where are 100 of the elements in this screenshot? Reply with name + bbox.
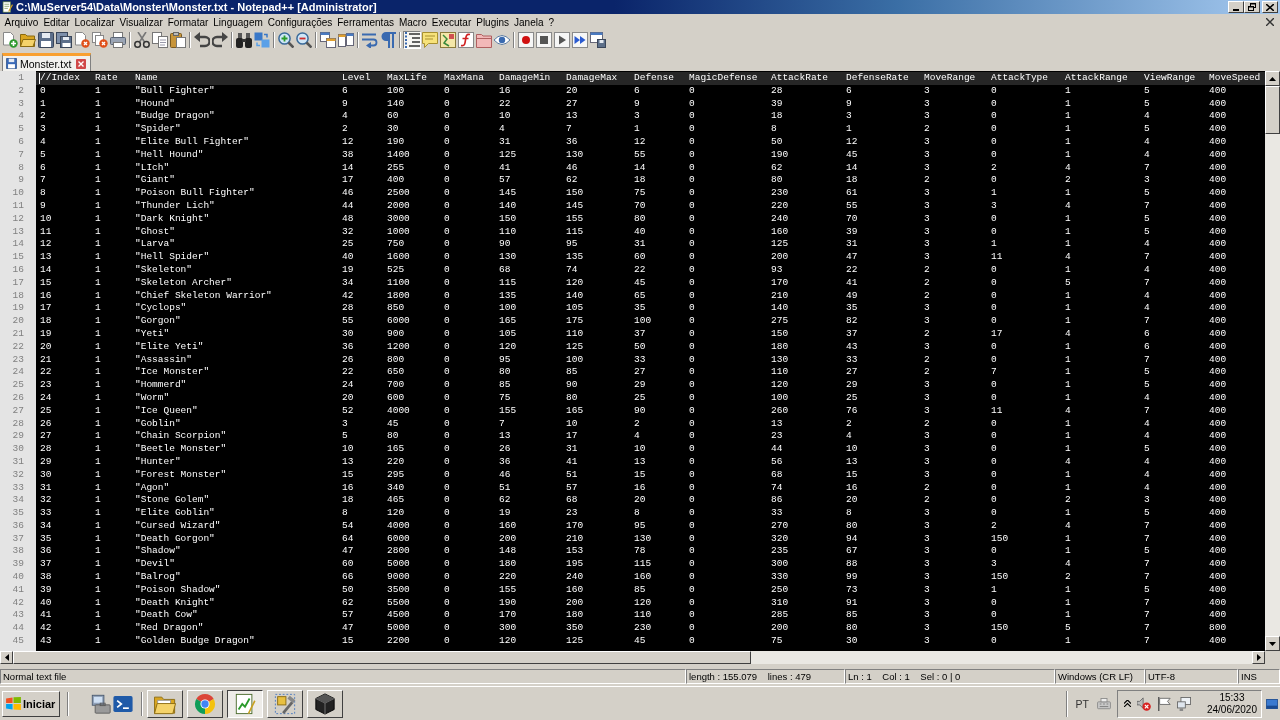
data-cell: 400 [1209, 276, 1227, 290]
data-cell: 1 [1065, 136, 1071, 149]
scissors-icon[interactable] [133, 30, 151, 49]
menu-item[interactable]: Localizar [72, 15, 118, 29]
two-windows-icon[interactable] [319, 30, 337, 49]
map-icon[interactable] [439, 30, 457, 49]
zoom-in-icon[interactable] [277, 30, 295, 49]
copy-icon[interactable] [151, 30, 169, 49]
menu-item[interactable]: Editar [40, 15, 73, 29]
data-cell: 170 [566, 519, 584, 533]
stop-icon[interactable] [535, 30, 553, 49]
pilcrow-icon[interactable] [379, 30, 397, 49]
data-cell: 3 [924, 212, 930, 226]
data-cell: 40 [634, 225, 646, 239]
vertical-scrollbar[interactable] [1265, 71, 1280, 651]
terminal-icon[interactable] [113, 693, 133, 714]
data-cell: 190 [771, 148, 789, 162]
data-cell: 3 [924, 455, 930, 469]
data-cell: 105 [499, 327, 517, 341]
data-cell: 4500 [387, 609, 410, 623]
fast-forward-icon[interactable] [571, 30, 589, 49]
data-cell: 0 [991, 136, 997, 149]
menu-item[interactable]: Executar [429, 15, 474, 29]
menu-item[interactable]: Ferramentas [334, 15, 397, 29]
data-cell: 1 [95, 212, 101, 226]
data-cell: 120 [499, 635, 517, 648]
scrollbar-thumb[interactable] [1265, 86, 1280, 134]
binoculars-icon[interactable] [235, 30, 253, 49]
data-cell: 1 [95, 404, 101, 418]
computer-icon[interactable] [91, 693, 111, 714]
printer-icon[interactable] [109, 30, 127, 49]
data-cell: 76 [846, 404, 858, 418]
data-cell: 7 [1144, 276, 1150, 290]
data-cell: 74 [771, 481, 783, 495]
language-indicator[interactable]: PT [1075, 697, 1089, 710]
menu-item[interactable]: Linguagem [210, 15, 266, 29]
scroll-down-button[interactable] [1265, 636, 1280, 651]
data-cell: 3 [924, 251, 930, 264]
data-cell: "Death Gorgon" [135, 532, 215, 546]
data-cell: 14 [40, 263, 52, 277]
function-icon[interactable] [457, 30, 475, 49]
scroll-right-button[interactable] [1252, 651, 1265, 664]
close-files-icon[interactable] [91, 30, 109, 49]
data-cell: 6 [634, 84, 640, 98]
menu-item[interactable]: Macro [396, 15, 430, 29]
data-cell: 1 [95, 174, 101, 188]
data-cell: 1 [95, 97, 101, 111]
taskbar-button[interactable] [227, 689, 263, 718]
data-cell: 0 [689, 417, 695, 431]
menu-item[interactable]: Arquivo [2, 15, 41, 29]
menu-item[interactable]: Plugins [473, 15, 512, 29]
start-button[interactable]: Iniciar [2, 690, 60, 717]
data-cell: 400 [1209, 507, 1227, 520]
two-windows-icon[interactable] [337, 30, 355, 49]
scrollbar-thumb[interactable] [13, 651, 751, 664]
data-cell: 5 [1144, 212, 1150, 226]
data-cell: 57 [566, 481, 578, 495]
clipboard-icon[interactable] [169, 30, 187, 49]
redo-icon[interactable] [211, 30, 229, 49]
close-icon[interactable] [76, 58, 87, 69]
menu-item[interactable]: Configurações [265, 15, 335, 29]
close-file-icon[interactable] [73, 30, 91, 49]
undo-icon[interactable] [193, 30, 211, 49]
close-icon[interactable] [1266, 18, 1274, 26]
new-file-icon[interactable] [1, 30, 19, 49]
keyboard-icon[interactable] [1096, 697, 1111, 710]
play-icon[interactable] [553, 30, 571, 49]
file-tab[interactable]: Monster.txt [2, 53, 92, 71]
record-icon[interactable] [517, 30, 535, 49]
chevron-up-icon[interactable] [1123, 700, 1131, 707]
close-button[interactable] [1262, 1, 1278, 13]
flag-icon[interactable] [1156, 696, 1171, 711]
indent-guide-icon[interactable] [403, 30, 421, 49]
menu-item[interactable]: Formatar [165, 15, 211, 29]
floppy-disks-icon[interactable] [55, 30, 73, 49]
data-cell: 0 [991, 340, 997, 354]
data-cell: 255 [387, 161, 405, 175]
data-cell: 0 [991, 635, 997, 648]
computers-icon[interactable] [1176, 696, 1191, 711]
horizontal-scrollbar[interactable] [0, 651, 1265, 664]
scroll-up-button[interactable] [1265, 71, 1280, 86]
data-cell: 110 [566, 327, 584, 341]
data-cell: 800 [387, 353, 405, 367]
data-cell: 6000 [387, 315, 410, 328]
menu-item[interactable]: Janela [511, 15, 546, 29]
menu-item[interactable]: ? [546, 15, 557, 29]
restore-button[interactable] [1244, 1, 1260, 13]
data-cell: 3 [991, 558, 997, 572]
desktop-icon[interactable] [1266, 698, 1278, 709]
data-cell: 7 [1144, 532, 1150, 546]
line-number: 11 [12, 199, 24, 213]
speaker-x-icon[interactable] [1136, 696, 1151, 711]
data-cell: 74 [566, 263, 578, 277]
zoom-out-icon[interactable] [295, 30, 313, 49]
data-cell: 0 [444, 315, 450, 328]
minimize-button[interactable] [1228, 1, 1244, 13]
menu-item[interactable]: Visualizar [117, 15, 166, 29]
window-floppy-icon[interactable] [589, 30, 607, 49]
scroll-left-button[interactable] [0, 651, 13, 664]
column-header: DamageMin [499, 72, 551, 85]
